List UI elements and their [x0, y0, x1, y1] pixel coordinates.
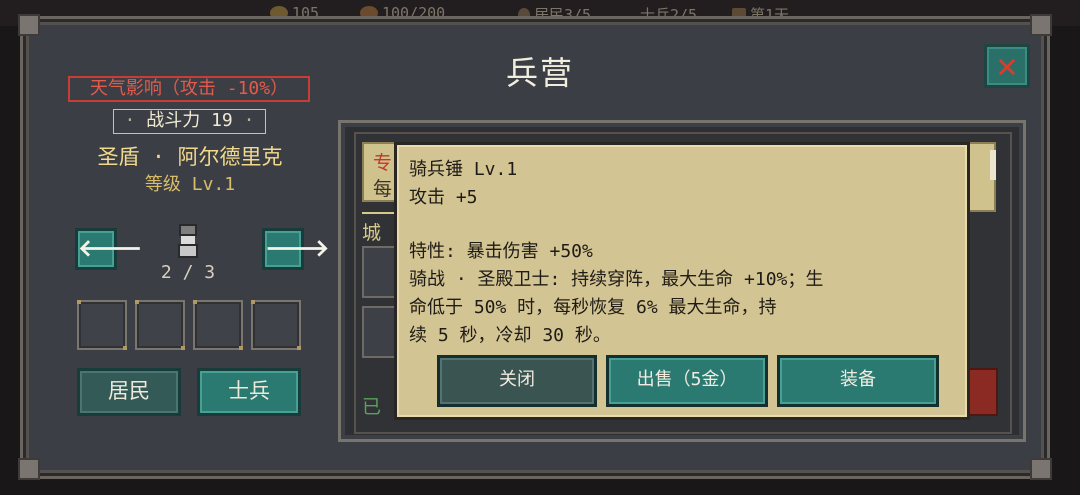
- frame-corner: [1030, 458, 1052, 480]
- tooltip-close-button[interactable]: 关闭: [437, 355, 597, 407]
- knight-avatar-icon: [176, 224, 200, 258]
- section-divider: [362, 212, 398, 214]
- frame-corner: [1030, 14, 1052, 36]
- arrow-right-icon: 🡒: [265, 234, 330, 262]
- weather-effect-label: 天气影响（攻击 -10%）: [68, 76, 310, 102]
- arrow-left-icon: 🡐: [78, 234, 143, 262]
- equipment-slot[interactable]: [77, 300, 127, 350]
- equipped-label: 已: [362, 396, 382, 418]
- hero-level: 等级 Lv.1: [144, 174, 236, 195]
- prev-hero-button[interactable]: 🡐: [75, 228, 142, 270]
- item-card-tag: 专: [373, 152, 393, 174]
- equip-button[interactable]: 装备: [777, 355, 939, 407]
- frame-corner: [18, 14, 40, 36]
- item-name: 骑兵锤 Lv.1: [409, 159, 518, 180]
- inventory-slot[interactable]: [362, 246, 398, 298]
- tab-soldier[interactable]: 士兵: [197, 368, 301, 416]
- inventory-slot[interactable]: [362, 306, 398, 358]
- equipment-slot[interactable]: [135, 300, 185, 350]
- equipment-slot[interactable]: [251, 300, 301, 350]
- item-card-text: 每: [373, 178, 393, 200]
- item-trait: 特性: 暴击伤害 +50%: [409, 241, 593, 262]
- item-skill-line: 续 5 秒，冷却 30 秒。: [409, 325, 611, 346]
- next-hero-button[interactable]: 🡒: [262, 228, 329, 270]
- scrollbar[interactable]: [990, 150, 996, 180]
- hero-name: 圣盾 · 阿尔德里克: [97, 145, 283, 169]
- close-dialog-button[interactable]: ✕: [984, 44, 1030, 88]
- city-section-label: 城: [362, 222, 382, 244]
- sell-button[interactable]: 出售（5金）: [606, 355, 768, 407]
- combat-power-label: · 战斗力 19 ·: [113, 109, 266, 134]
- x-icon: ✕: [996, 46, 1018, 86]
- item-attack: 攻击 +5: [409, 187, 478, 208]
- equipment-slot[interactable]: [193, 300, 243, 350]
- hero-count: 2 / 3: [160, 262, 216, 283]
- item-skill-line: 骑战 · 圣殿卫士: 持续穿阵，最大生命 +10%；生: [409, 269, 824, 290]
- tab-resident[interactable]: 居民: [77, 368, 181, 416]
- item-tooltip: 骑兵锤 Lv.1 攻击 +5 特性: 暴击伤害 +50% 骑战 · 圣殿卫士: …: [394, 142, 970, 420]
- item-skill-line: 命低于 50% 时，每秒恢复 6% 最大生命，持: [409, 297, 777, 318]
- frame-corner: [18, 458, 40, 480]
